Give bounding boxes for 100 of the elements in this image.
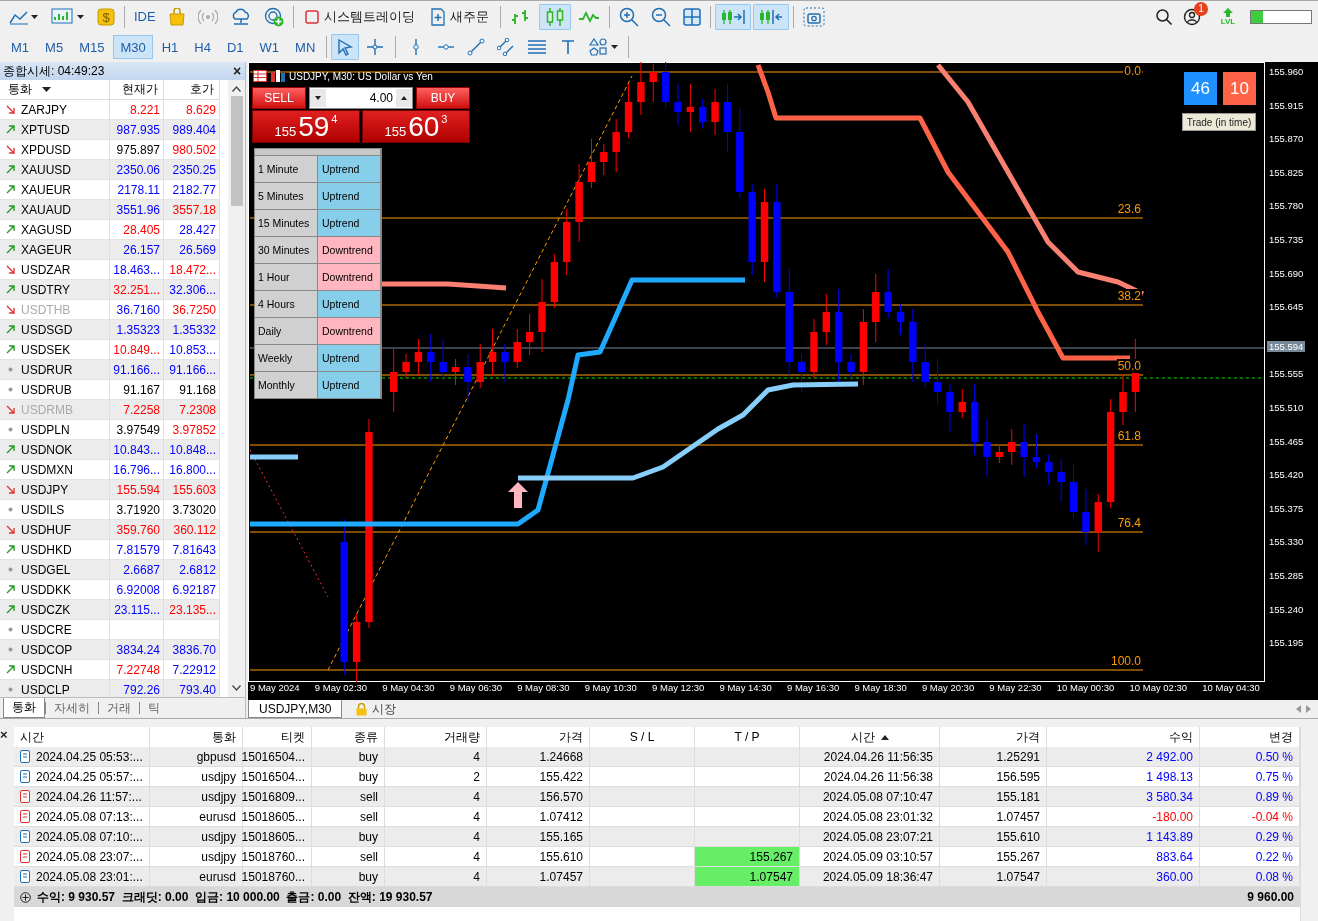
chart-type-button[interactable] xyxy=(538,3,571,30)
table-cell: 15018760... xyxy=(243,847,312,867)
dollar-button[interactable]: $ xyxy=(92,3,120,30)
symbol-cell[interactable]: USDCZK xyxy=(0,600,110,620)
timeframe-button[interactable]: H1 xyxy=(154,35,186,59)
symbol-cell[interactable]: USDRUR xyxy=(0,360,110,380)
symbol-cell[interactable]: USDJPY xyxy=(0,480,110,500)
counter-tile: 10 xyxy=(1223,72,1256,105)
algo-trading-button[interactable]: 시스템트레이딩 xyxy=(297,3,422,30)
candlestick xyxy=(946,383,954,433)
ask-cell: 3557.18 xyxy=(164,200,220,220)
ide-button[interactable]: IDE xyxy=(129,3,161,30)
timeframe-button[interactable]: M1 xyxy=(4,35,37,59)
panel-tab[interactable]: 거래 xyxy=(99,698,139,718)
horizontal-line-icon xyxy=(437,42,456,52)
trade-in-time-button[interactable]: Trade (in time) xyxy=(1182,113,1256,131)
symbol-cell[interactable]: USDCLP xyxy=(0,680,110,697)
symbol-cell[interactable]: ZARJPY xyxy=(0,100,110,120)
symbol-cell[interactable]: USDSGD xyxy=(0,320,110,340)
candlestick xyxy=(1069,463,1078,519)
trend-down-icon xyxy=(6,265,15,274)
panel-tab[interactable]: 자세히 xyxy=(46,698,98,718)
sell-button[interactable]: SELL xyxy=(252,87,306,109)
price-axis-label: 155.960 xyxy=(1269,66,1304,77)
ask-cell: 91.168 xyxy=(164,380,220,400)
bid-cell: 10.849... xyxy=(110,340,164,360)
order-icon xyxy=(20,770,30,783)
symbol-cell[interactable]: USDDKK xyxy=(0,580,110,600)
close-button[interactable]: × xyxy=(229,63,245,79)
symbol-cell[interactable]: USDGEL xyxy=(0,560,110,580)
panel-tab[interactable]: 틱 xyxy=(140,698,168,718)
time-cell: 2024.05.08 23:07:... xyxy=(14,847,150,867)
symbol-cell[interactable]: USDILS xyxy=(0,500,110,520)
price-axis-label: 155.870 xyxy=(1269,133,1304,145)
drawing-tool-button[interactable] xyxy=(331,34,360,60)
symbol-cell[interactable]: USDMXN xyxy=(0,460,110,480)
time-cell: 2024.05.08 07:10:... xyxy=(14,827,150,847)
table-cell: 155.165 xyxy=(487,827,590,847)
symbol-cell[interactable]: XPDUSD xyxy=(0,140,110,160)
symbol-cell[interactable]: XAUUSD xyxy=(0,160,110,180)
price-axis-label: 155.285 xyxy=(1269,570,1304,581)
trend-cell: Uptrend xyxy=(318,291,380,317)
trend-cell: Uptrend xyxy=(318,156,380,182)
timeframe-button[interactable]: W1 xyxy=(252,35,287,59)
stop-square-icon xyxy=(304,9,319,24)
panel-tab[interactable]: 통화 xyxy=(3,698,45,718)
new-order-button[interactable]: 새주문 xyxy=(423,3,496,30)
price-axis-label: 155.825 xyxy=(1269,166,1304,178)
symbol-cell[interactable]: USDCOP xyxy=(0,640,110,660)
trend-down-icon xyxy=(6,405,15,414)
time-axis-label: 10 May 04:30 xyxy=(1202,682,1260,693)
table-cell: 360.00 xyxy=(1047,867,1200,887)
chart-title-text: USDJPY, M30: US Dollar vs Yen xyxy=(289,70,433,82)
candlestick xyxy=(464,353,472,403)
symbol-cell[interactable]: XAUEUR xyxy=(0,180,110,200)
trend-down-icon xyxy=(6,525,15,534)
scrollbar[interactable] xyxy=(228,80,245,697)
symbol-cell[interactable]: USDHUF xyxy=(0,520,110,540)
symbol-cell[interactable]: XAUAUD xyxy=(0,200,110,220)
bid-cell: 3551.96 xyxy=(110,200,164,220)
scroll-thumb[interactable] xyxy=(230,96,243,206)
symbol-cell[interactable]: USDSEK xyxy=(0,340,110,360)
symbol-cell[interactable]: XPTUSD xyxy=(0,120,110,140)
fibonacci-lines-icon xyxy=(527,39,548,55)
price-axis-label: 155.915 xyxy=(1269,99,1304,111)
symbol-cell[interactable]: USDNOK xyxy=(0,440,110,460)
volume-spinner[interactable]: 4.00 xyxy=(309,87,413,109)
trend-up-icon xyxy=(6,225,15,234)
chart-tab[interactable]: 시장 xyxy=(346,700,407,718)
timeframe-button[interactable]: D1 xyxy=(219,35,251,59)
symbol-cell[interactable]: USDTRY xyxy=(0,280,110,300)
bid-cell: 91.166... xyxy=(110,360,164,380)
close-button[interactable]: × xyxy=(0,727,8,742)
symbol-cell[interactable]: USDRUB xyxy=(0,380,110,400)
table-cell: 15016809... xyxy=(243,787,312,807)
fibonacci-level-label: 100.0 xyxy=(1109,654,1142,668)
trend-cell: Uptrend xyxy=(318,183,380,209)
time-axis-label: 9 May 06:30 xyxy=(449,682,502,693)
period-cell: 1 Hour xyxy=(255,264,317,290)
timeframe-button[interactable]: M5 xyxy=(38,35,71,59)
buy-button[interactable]: BUY xyxy=(416,87,470,109)
timeframe-button[interactable]: M30 xyxy=(113,35,153,59)
timeframe-button[interactable]: MN xyxy=(288,35,323,59)
table-cell: 4 xyxy=(385,827,487,847)
symbol-cell[interactable]: USDHKD xyxy=(0,540,110,560)
symbol-cell[interactable]: XAGUSD xyxy=(0,220,110,240)
radar-plus-icon xyxy=(263,6,284,27)
timeframe-button[interactable]: M15 xyxy=(72,35,112,59)
account-button[interactable]: 1 xyxy=(1178,3,1206,30)
symbol-cell[interactable]: USDCNH xyxy=(0,660,110,680)
symbol-cell[interactable]: USDPLN xyxy=(0,420,110,440)
symbol-cell[interactable]: USDZAR xyxy=(0,260,110,280)
chart-shift-button[interactable] xyxy=(752,3,789,30)
chart-tab[interactable]: USDJPY,M30 xyxy=(248,700,343,718)
table-cell: buy xyxy=(312,867,385,887)
symbol-cell[interactable]: XAGEUR xyxy=(0,240,110,260)
symbol-cell[interactable]: USDCRE xyxy=(0,620,110,640)
timeframe-button[interactable]: H4 xyxy=(187,35,218,59)
auto-scroll-button[interactable] xyxy=(714,3,751,30)
time-axis-label: 9 May 12:30 xyxy=(652,682,705,693)
